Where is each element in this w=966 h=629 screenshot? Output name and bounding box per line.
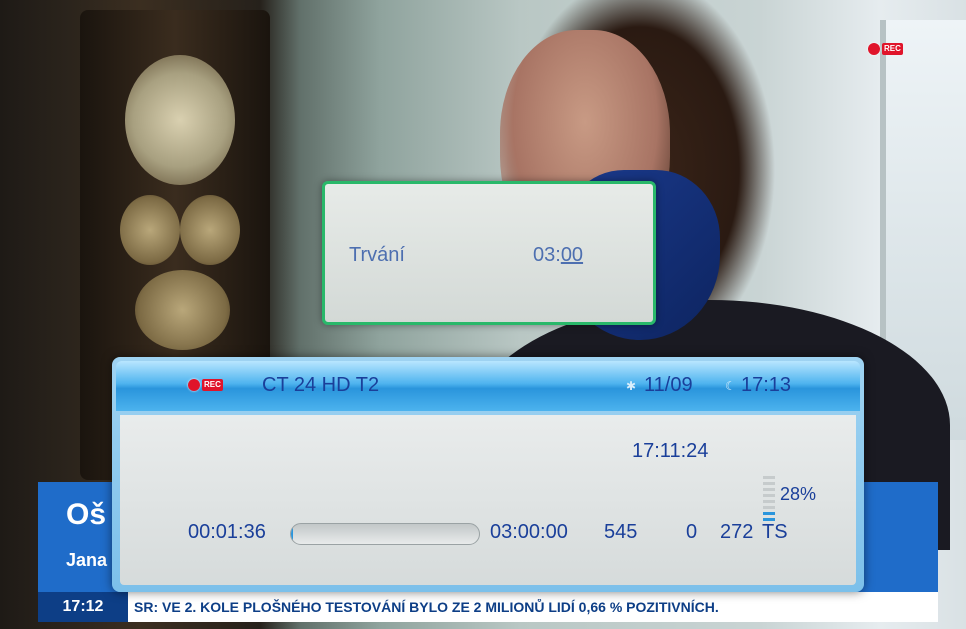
- info-header: REC CT 24 HD T2 ✱ 11/09 ☾ 17:13: [116, 361, 860, 411]
- ticker-time: 17:12: [38, 592, 128, 622]
- stat-c: 272: [720, 521, 754, 543]
- recording-progress-bar[interactable]: [290, 523, 480, 545]
- lower-third-title: Oš: [66, 498, 107, 531]
- stat-b: 0: [686, 521, 698, 543]
- stat-d: TS: [762, 521, 788, 543]
- recording-indicator-top: REC: [868, 43, 903, 55]
- recording-indicator-header: REC: [188, 379, 223, 391]
- duration-value-cursor: 00: [560, 244, 584, 266]
- buffer-meter-segment: [763, 494, 775, 497]
- total-time: 03:00:00: [490, 521, 568, 543]
- buffer-meter-segment: [763, 500, 775, 503]
- record-tag: REC: [882, 43, 903, 55]
- duration-value-field[interactable]: 03:00: [533, 244, 583, 267]
- satellite-icon: ✱: [626, 379, 637, 393]
- clock-dial-right: [180, 195, 240, 265]
- news-ticker: 17:12 SR: VE 2. KOLE PLOŠNÉHO TESTOVÁNÍ …: [38, 592, 938, 622]
- buffer-meter-segment: [763, 482, 775, 485]
- current-time: 17:11:24: [632, 440, 709, 462]
- clock-face: [125, 55, 235, 185]
- stat-a: 545: [604, 521, 638, 543]
- duration-value-hours: 03:: [533, 244, 561, 266]
- progress-fill: [291, 524, 293, 544]
- elapsed-time: 00:01:36: [188, 521, 266, 543]
- buffer-meter-segment: [763, 476, 775, 479]
- buffer-percent: 28%: [780, 484, 817, 504]
- header-time: 17:13: [741, 374, 792, 396]
- buffer-meter: [763, 470, 775, 521]
- duration-dialog[interactable]: Trvání 03:00: [322, 181, 656, 325]
- info-body: 17:11:24 28% 00:01:36 03:00:00 545 0 272…: [120, 415, 856, 585]
- channel-name: CT 24 HD T2: [262, 374, 380, 396]
- buffer-meter-segment: [763, 512, 775, 515]
- ticker-text: SR: VE 2. KOLE PLOŠNÉHO TESTOVÁNÍ BYLO Z…: [134, 599, 719, 615]
- record-icon: [188, 379, 200, 391]
- header-date: 11/09: [644, 374, 693, 396]
- buffer-meter-segment: [763, 488, 775, 491]
- duration-label: Trvání: [349, 244, 405, 266]
- recording-info-panel: REC CT 24 HD T2 ✱ 11/09 ☾ 17:13 17:11:24…: [112, 357, 864, 592]
- clock-pendulum: [135, 270, 230, 350]
- record-icon: [868, 43, 880, 55]
- buffer-meter-segment: [763, 506, 775, 509]
- clock-dial-left: [120, 195, 180, 265]
- clock-icon: ☾: [725, 379, 736, 393]
- lower-third-name: Jana: [66, 550, 108, 570]
- record-tag: REC: [202, 379, 223, 391]
